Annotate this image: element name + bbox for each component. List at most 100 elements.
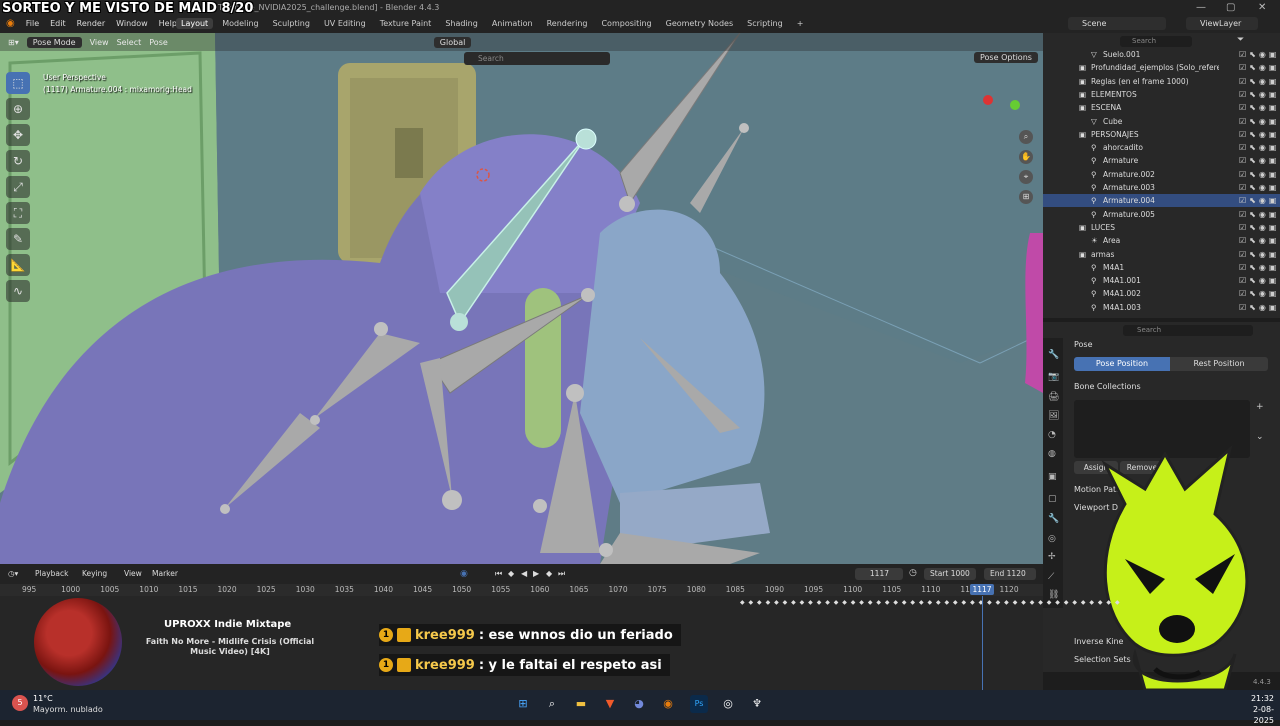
object-data-tab-icon[interactable]: ✢ [1048, 552, 1056, 562]
photoshop-icon[interactable]: Ps [690, 695, 708, 713]
play-icon[interactable]: ▶ [533, 569, 539, 578]
jump-start-icon[interactable]: ⏮ [495, 569, 502, 579]
pose-menu[interactable]: Pose [149, 38, 168, 47]
visibility-toggles-icon[interactable]: ☑⬉◉▣ [1239, 156, 1279, 165]
visibility-toggles-icon[interactable]: ☑⬉◉▣ [1239, 276, 1279, 285]
visibility-toggles-icon[interactable]: ☑⬉◉▣ [1239, 223, 1279, 232]
next-keyframe-icon[interactable]: ◆ [546, 569, 552, 578]
minimize-icon[interactable]: — [1196, 2, 1206, 13]
rotate-icon[interactable]: ↻ [6, 150, 30, 172]
menu-help[interactable]: Help [159, 19, 177, 28]
outliner-row[interactable]: ⚲ M4A1.003 ☑⬉◉▣ [1043, 301, 1280, 314]
bone-collections-header[interactable]: Bone Collections [1074, 382, 1141, 391]
pose-section-header[interactable]: Pose [1074, 340, 1093, 349]
playback-menu[interactable]: Playback [35, 569, 68, 578]
brave-browser-icon[interactable]: ▼ [601, 695, 619, 713]
camera-icon[interactable]: ⌖ [1019, 170, 1033, 184]
editor-type-icon[interactable]: ⊞▾ [8, 38, 19, 47]
visibility-toggles-icon[interactable]: ☑⬉◉▣ [1239, 143, 1279, 152]
tab-sculpting[interactable]: Sculpting [268, 18, 315, 29]
obs-icon[interactable]: ◎ [719, 695, 737, 713]
keyframe-strip[interactable]: ◆ ◆ ◆ ◆ ◆ ◆ ◆ ◆ ◆ ◆ ◆ ◆ ◆ ◆ ◆ ◆ ◆ ◆ ◆ ◆ … [740, 599, 1121, 606]
menu-window[interactable]: Window [116, 19, 148, 28]
visibility-toggles-icon[interactable]: ☑⬉◉▣ [1239, 196, 1279, 205]
tab-animation[interactable]: Animation [487, 18, 538, 29]
visibility-toggles-icon[interactable]: ☑⬉◉▣ [1239, 263, 1279, 272]
view-menu[interactable]: View [90, 38, 109, 47]
visibility-toggles-icon[interactable]: ☑⬉◉▣ [1239, 63, 1279, 72]
bone-relax-icon[interactable]: ∿ [6, 280, 30, 302]
visibility-toggles-icon[interactable]: ☑⬉◉▣ [1239, 183, 1279, 192]
properties-search-input[interactable]: Search [1123, 325, 1253, 336]
render-tab-icon[interactable]: 📷 [1048, 372, 1059, 382]
clock-icon[interactable]: ◷ [909, 568, 917, 578]
outliner-row[interactable]: ▣ armas ☑⬉◉▣ [1043, 248, 1280, 261]
gizmo-x-axis[interactable] [983, 95, 993, 105]
grid-icon[interactable]: ⊞ [1019, 190, 1033, 204]
playhead-frame[interactable]: 1117 [970, 584, 994, 595]
tab-shading[interactable]: Shading [440, 18, 483, 29]
outliner-row[interactable]: ▣ ESCENA ☑⬉◉▣ [1043, 101, 1280, 114]
outliner-row[interactable]: ⚲ Armature.002 ☑⬉◉▣ [1043, 168, 1280, 181]
object-tab-icon[interactable]: ▢ [1048, 494, 1057, 504]
viewport-search-input[interactable]: Search [464, 52, 610, 65]
outliner-row[interactable]: ⚲ M4A1.001 ☑⬉◉▣ [1043, 274, 1280, 287]
outliner-row[interactable]: ▣ PERSONAJES ☑⬉◉▣ [1043, 128, 1280, 141]
outliner-row[interactable]: ▣ Reglas (en el frame 1000) ☑⬉◉▣ [1043, 75, 1280, 88]
weather-icon[interactable]: 5 [12, 695, 28, 711]
zoom-icon[interactable]: ⌕ [1019, 130, 1033, 144]
visibility-toggles-icon[interactable]: ☑⬉◉▣ [1239, 170, 1279, 179]
outliner-row[interactable]: ▽ Suelo.001 ☑⬉◉▣ [1043, 48, 1280, 61]
modifier-tab-icon[interactable]: 🔧 [1048, 514, 1059, 524]
outliner-row[interactable]: ▣ Profundidad_ejemplos (Solo_referencia) ☑… [1043, 61, 1280, 74]
tab-layout[interactable]: Layout [176, 18, 214, 29]
blender-logo-icon[interactable]: ◉ [6, 18, 15, 29]
pose-options-button[interactable]: Pose Options [974, 52, 1038, 63]
timeline-editor-icon[interactable]: ◷▾ [8, 569, 18, 578]
add-workspace-icon[interactable]: + [792, 18, 809, 29]
system-clock[interactable]: 21:32 2-08-2025 [1236, 693, 1274, 726]
scene-selector[interactable]: Scene [1068, 17, 1166, 30]
file-explorer-icon[interactable]: ▬ [572, 695, 590, 713]
annotate-icon[interactable]: ✎ [6, 228, 30, 250]
jump-end-icon[interactable]: ⏭ [558, 569, 565, 579]
outliner-row[interactable]: ▣ LUCES ☑⬉◉▣ [1043, 221, 1280, 234]
scene-tab-icon[interactable]: ◔ [1048, 430, 1056, 440]
tab-compositing[interactable]: Compositing [596, 18, 656, 29]
outliner-row[interactable]: ▣ ELEMENTOS ☑⬉◉▣ [1043, 88, 1280, 101]
outliner-row[interactable]: ⚲ Armature.003 ☑⬉◉▣ [1043, 181, 1280, 194]
world-tab-icon[interactable]: ◍ [1048, 449, 1056, 459]
end-frame-field[interactable]: End 1120 [984, 568, 1036, 580]
blender-icon[interactable]: ◉ [659, 695, 677, 713]
prev-keyframe-icon[interactable]: ◆ [508, 569, 514, 578]
outliner-search-input[interactable]: Search [1120, 36, 1192, 47]
visibility-toggles-icon[interactable]: ☑⬉◉▣ [1239, 130, 1279, 139]
tool-tab-icon[interactable]: 🔧 [1048, 350, 1059, 360]
visibility-toggles-icon[interactable]: ☑⬉◉▣ [1239, 50, 1279, 59]
visibility-toggles-icon[interactable]: ☑⬉◉▣ [1239, 117, 1279, 126]
bone-tab-icon[interactable]: ⟋ [1048, 572, 1054, 582]
app-icon[interactable]: ♆ [748, 695, 766, 713]
select-menu[interactable]: Select [117, 38, 142, 47]
scale-icon[interactable]: ⤢ [6, 176, 30, 198]
playhead-line[interactable] [982, 596, 983, 690]
select-box-icon[interactable]: ⬚ [6, 72, 30, 94]
tab-scripting[interactable]: Scripting [742, 18, 788, 29]
3d-viewport[interactable] [0, 33, 1043, 564]
pan-hand-icon[interactable]: ✋ [1019, 150, 1033, 164]
gizmo-y-axis[interactable] [1010, 100, 1020, 110]
visibility-toggles-icon[interactable]: ☑⬉◉▣ [1239, 236, 1279, 245]
visibility-toggles-icon[interactable]: ☑⬉◉▣ [1239, 250, 1279, 259]
visibility-toggles-icon[interactable]: ☑⬉◉▣ [1239, 103, 1279, 112]
start-frame-field[interactable]: Start 1000 [924, 568, 976, 580]
visibility-toggles-icon[interactable]: ☑⬉◉▣ [1239, 77, 1279, 86]
cursor-icon[interactable]: ⊕ [6, 98, 30, 120]
visibility-toggles-icon[interactable]: ☑⬉◉▣ [1239, 303, 1279, 312]
menu-file[interactable]: File [26, 19, 39, 28]
view-layer-selector[interactable]: ViewLayer [1186, 17, 1258, 30]
discord-icon[interactable]: ◕ [630, 695, 648, 713]
tab-texture-paint[interactable]: Texture Paint [375, 18, 437, 29]
tab-rendering[interactable]: Rendering [542, 18, 593, 29]
outliner-row[interactable]: ☀ Area ☑⬉◉▣ [1043, 234, 1280, 247]
add-collection-icon[interactable]: + [1256, 402, 1264, 412]
